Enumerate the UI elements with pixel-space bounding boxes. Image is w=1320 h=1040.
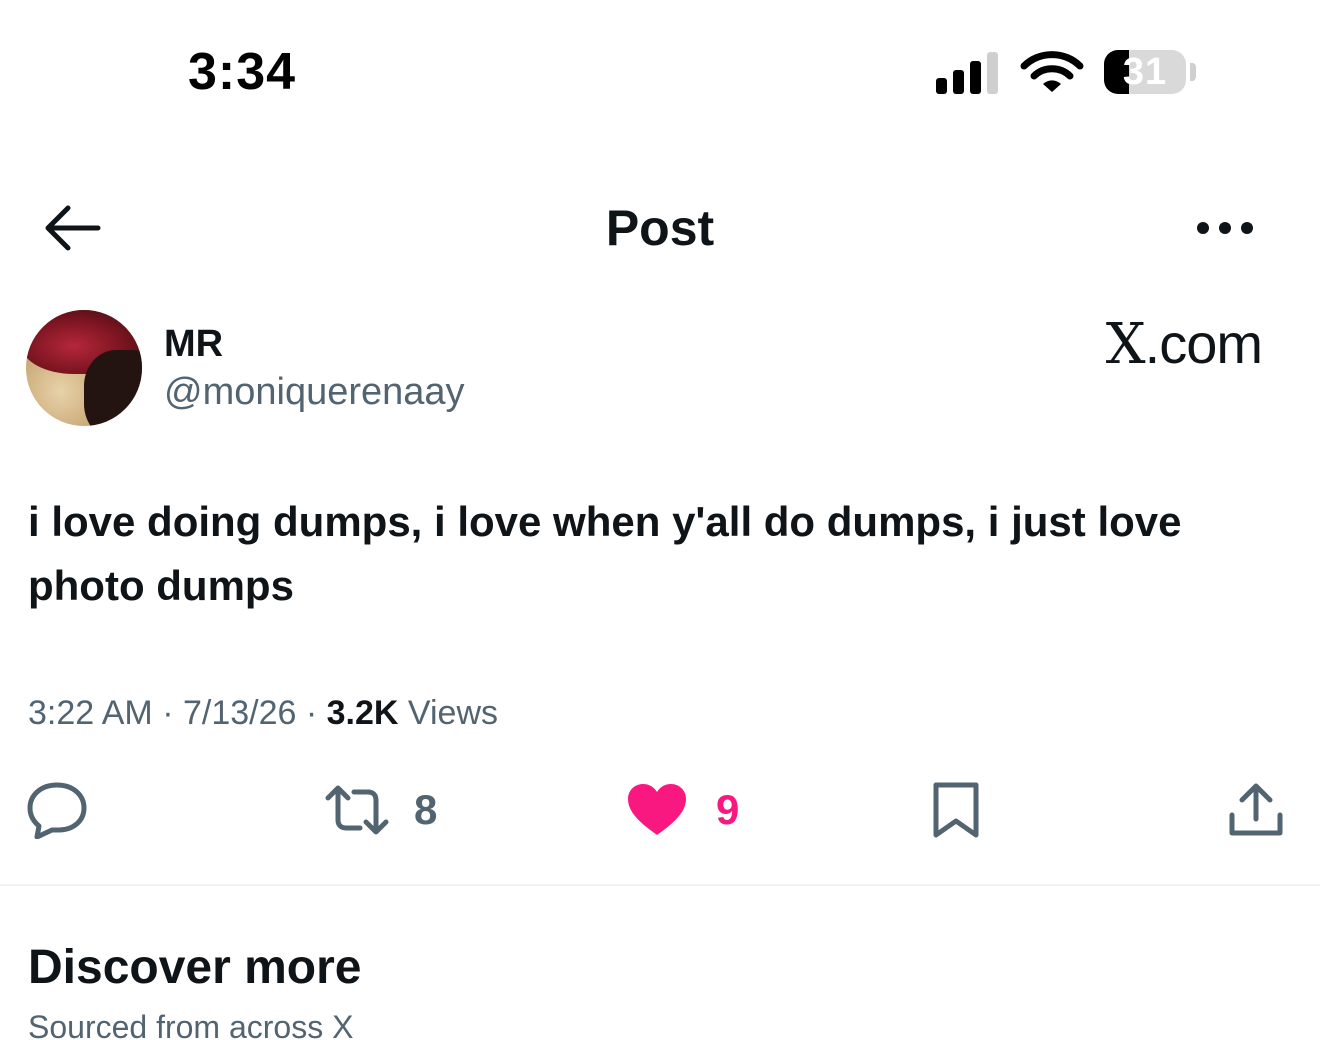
battery-icon: 31 (1104, 50, 1186, 94)
repost-icon (325, 785, 389, 835)
tweet-text: i love doing dumps, i love when y'all do… (28, 498, 1182, 609)
status-bar-time: 3:34 (188, 43, 297, 101)
author-display-name[interactable]: MR (164, 322, 223, 366)
like-count: 9 (716, 786, 740, 833)
heart-filled-icon (628, 784, 686, 835)
views-count: 3.2K (326, 694, 399, 732)
discover-more-heading: Discover more (28, 941, 362, 994)
tweet-meta: 3:22 AM · 7/13/26 · 3.2K Views (28, 690, 498, 736)
more-options-icon[interactable] (1190, 206, 1260, 250)
bookmark-button[interactable] (928, 778, 984, 842)
page-title: Post (605, 200, 715, 256)
author-handle[interactable]: @moniquerenaay (164, 368, 465, 416)
repost-count: 8 (414, 786, 438, 833)
tweet-time[interactable]: 3:22 AM (28, 694, 153, 732)
cellular-signal-icon (936, 52, 998, 94)
battery-terminal (1190, 63, 1196, 81)
like-button[interactable]: 9 (626, 778, 739, 842)
reply-icon (27, 782, 87, 839)
wifi-icon (1020, 51, 1084, 92)
x-com-watermark: X.com (1105, 312, 1263, 377)
meta-separator: · (152, 694, 183, 732)
bookmark-icon (933, 782, 979, 838)
x-logo-letter: X (1105, 312, 1146, 377)
section-divider (0, 884, 1320, 886)
tweet-date[interactable]: 7/13/26 (183, 694, 296, 732)
battery-percentage: 31 (1122, 51, 1168, 93)
views-label: Views (398, 694, 498, 732)
share-button[interactable] (1226, 778, 1286, 842)
meta-separator: · (296, 694, 327, 732)
repost-button[interactable]: 8 (324, 778, 437, 842)
avatar-shadow-shape (84, 350, 142, 426)
avatar[interactable] (26, 310, 142, 426)
discover-more-subtitle: Sourced from across X (28, 1009, 354, 1040)
reply-button[interactable] (26, 778, 88, 842)
share-icon (1229, 783, 1283, 836)
x-com-suffix: .com (1144, 312, 1263, 375)
